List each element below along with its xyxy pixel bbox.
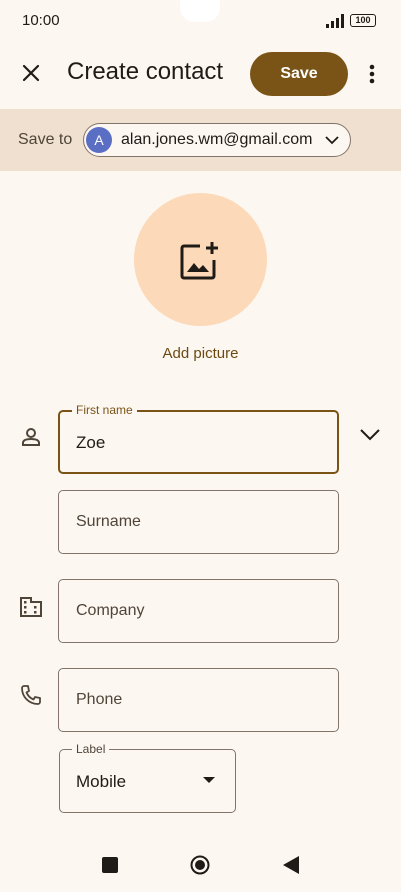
person-icon	[22, 428, 40, 446]
first-name-value: Zoe	[76, 433, 106, 452]
add-picture-label[interactable]: Add picture	[0, 345, 401, 362]
save-to-label: Save to	[18, 131, 73, 148]
status-time: 10:00	[22, 12, 60, 29]
chevron-down-icon[interactable]	[359, 426, 381, 444]
surname-placeholder: Surname	[76, 513, 141, 530]
close-icon[interactable]	[20, 62, 42, 84]
phone-icon	[21, 685, 41, 705]
add-photo-icon	[180, 242, 218, 280]
dropdown-arrow-icon	[203, 777, 215, 783]
business-icon	[20, 597, 42, 617]
account-email: alan.jones.wm@gmail.com	[121, 131, 313, 148]
phone-label-value: Mobile	[76, 772, 127, 791]
company-placeholder: Company	[76, 602, 145, 619]
page-title: Create contact	[67, 58, 224, 85]
more-vert-icon[interactable]	[364, 62, 380, 86]
first-name-label: First name	[72, 403, 137, 417]
phone-placeholder: Phone	[76, 691, 123, 708]
home-button[interactable]	[190, 855, 210, 875]
chevron-down-icon	[325, 136, 339, 145]
save-button[interactable]: Save	[250, 52, 348, 96]
recents-button[interactable]	[102, 857, 118, 873]
signal-icon	[326, 14, 344, 28]
back-button[interactable]	[283, 856, 299, 874]
camera-notch	[180, 0, 220, 22]
phone-label-caption: Label	[72, 742, 110, 756]
avatar: A	[86, 127, 112, 153]
battery-icon: 100	[350, 14, 376, 27]
